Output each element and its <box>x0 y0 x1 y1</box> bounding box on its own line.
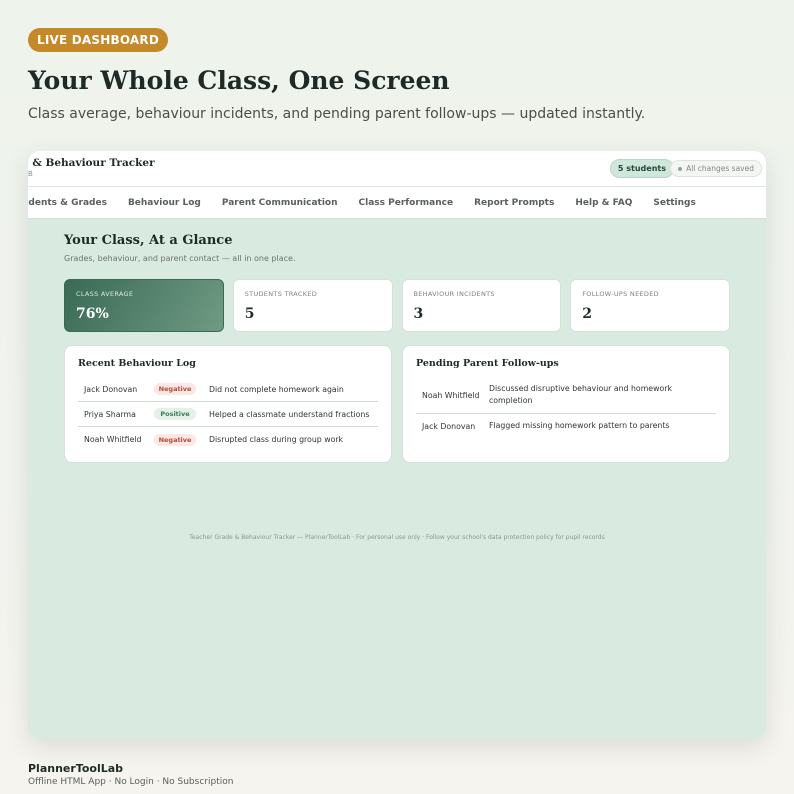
app-footer: Teacher Grade & Behaviour Tracker — Plan… <box>189 534 605 541</box>
students-count-badge: 5 students <box>609 159 674 178</box>
table-row[interactable]: Noah Whitfield Negative Disrupted class … <box>78 427 378 452</box>
section-title: Your Class, At a Glance <box>64 233 233 248</box>
brand-name: PlannerToolLab <box>28 762 124 775</box>
tab-help-faq[interactable]: Help & FAQ <box>575 198 632 208</box>
stat-value: 5 <box>244 306 255 322</box>
behaviour-note: Helped a classmate understand fractions <box>209 409 370 419</box>
status-badge: Negative <box>154 383 196 395</box>
hero-title: Your Whole Class, One Screen <box>28 66 450 95</box>
follow-up-note: Flagged missing homework pattern to pare… <box>489 421 670 430</box>
stat-card-students-tracked: STUDENTS TRACKED 5 <box>232 279 393 332</box>
panels-row: Recent Behaviour Log Jack Donovan Negati… <box>64 345 730 463</box>
student-name: Noah Whitfield <box>84 435 142 444</box>
stat-label: FOLLOW-UPS NEEDED <box>582 290 659 298</box>
student-name: Priya Sharma <box>84 409 136 419</box>
stat-value: 76% <box>76 306 109 322</box>
behaviour-note: Disrupted class during group work <box>209 435 344 444</box>
tab-students-grades[interactable]: udents & Grades <box>28 198 107 208</box>
table-row[interactable]: Jack Donovan Flagged missing homework pa… <box>416 414 716 438</box>
hero-subtitle: Class average, behaviour incidents, and … <box>28 106 646 122</box>
app-subtitle: B <box>28 170 33 178</box>
table-row[interactable]: Noah Whitfield Discussed disruptive beha… <box>416 377 716 414</box>
behaviour-note: Did not complete homework again <box>209 384 344 394</box>
stats-row: CLASS AVERAGE 76% STUDENTS TRACKED 5 BEH… <box>64 279 730 332</box>
main-nav: udents & Grades Behaviour Log Parent Com… <box>28 187 766 219</box>
save-status-text: All changes saved <box>686 164 754 173</box>
tab-report-prompts[interactable]: Report Prompts <box>474 198 554 208</box>
dashboard-content: Your Class, At a Glance Grades, behaviou… <box>64 233 730 463</box>
student-name: Jack Donovan <box>422 421 476 431</box>
stat-card-follow-ups-needed: FOLLOW-UPS NEEDED 2 <box>570 279 730 332</box>
tab-settings[interactable]: Settings <box>653 198 695 208</box>
panel-title: Pending Parent Follow-ups <box>416 358 559 369</box>
stat-label: CLASS AVERAGE <box>76 290 134 298</box>
stat-label: BEHAVIOUR INCIDENTS <box>413 290 495 298</box>
save-status-badge: All changes saved <box>670 160 762 177</box>
stat-label: STUDENTS TRACKED <box>244 290 318 298</box>
section-subtitle: Grades, behaviour, and parent contact — … <box>64 254 296 263</box>
stat-card-class-average: CLASS AVERAGE 76% <box>64 279 224 332</box>
status-badge: Positive <box>154 408 196 420</box>
status-badge: Negative <box>154 433 196 446</box>
behaviour-log-panel: Recent Behaviour Log Jack Donovan Negati… <box>64 345 392 463</box>
live-dashboard-badge: LIVE DASHBOARD <box>28 28 169 52</box>
app-title: e & Behaviour Tracker <box>28 157 155 169</box>
panel-title: Recent Behaviour Log <box>78 358 196 369</box>
app-window: e & Behaviour Tracker B 5 students All c… <box>28 151 766 739</box>
brand-tagline: Offline HTML App · No Login · No Subscri… <box>28 777 234 787</box>
stat-value: 3 <box>413 306 424 322</box>
tab-class-performance[interactable]: Class Performance <box>359 198 454 208</box>
follow-ups-panel: Pending Parent Follow-ups Noah Whitfield… <box>402 345 730 463</box>
tab-parent-communication[interactable]: Parent Communication <box>222 198 338 208</box>
stat-value: 2 <box>582 306 592 322</box>
stat-card-behaviour-incidents: BEHAVIOUR INCIDENTS 3 <box>401 279 562 332</box>
follow-up-note: Discussed disruptive behaviour and homew… <box>489 384 672 405</box>
status-dot-icon <box>678 167 683 171</box>
table-row[interactable]: Priya Sharma Positive Helped a classmate… <box>78 402 378 427</box>
app-topbar: e & Behaviour Tracker B 5 students All c… <box>28 151 766 187</box>
student-name: Jack Donovan <box>84 384 138 394</box>
tab-behaviour-log[interactable]: Behaviour Log <box>128 198 201 208</box>
student-name: Noah Whitfield <box>422 390 480 400</box>
table-row[interactable]: Jack Donovan Negative Did not complete h… <box>78 377 378 402</box>
